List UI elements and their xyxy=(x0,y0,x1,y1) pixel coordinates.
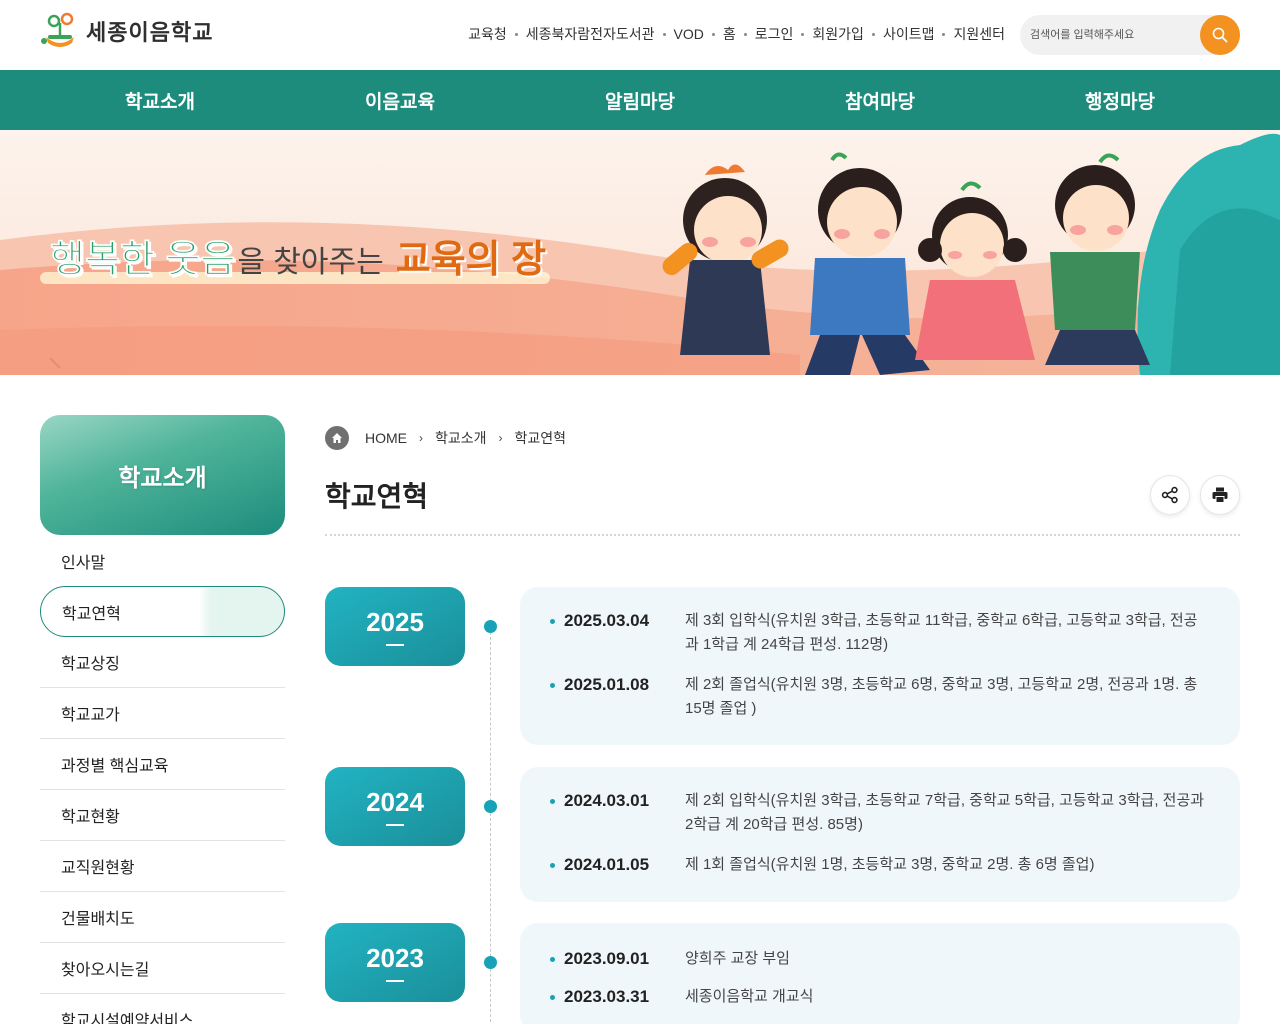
history-event: 2024.03.01 제 2회 입학식(유치원 3학급, 초등학교 7학급, 중… xyxy=(550,789,1210,837)
year-card: 2025.03.04 제 3회 입학식(유치원 3학급, 초등학교 11학급, … xyxy=(520,587,1240,745)
utility-nav: 교육청 세종북자람전자도서관 VOD 홈 로그인 회원가입 사이트맵 지원센터 xyxy=(468,24,1005,44)
home-icon[interactable] xyxy=(325,426,349,450)
main-nav: 학교소개 이음교육 알림마당 참여마당 행정마당 xyxy=(0,70,1280,130)
page-actions xyxy=(1150,475,1240,515)
util-separator xyxy=(871,32,875,36)
event-date: 2023.03.31 xyxy=(564,987,650,1006)
util-separator xyxy=(711,32,715,36)
util-separator xyxy=(743,32,747,36)
search-button[interactable] xyxy=(1200,15,1240,55)
nav-item-school-intro[interactable]: 학교소개 xyxy=(40,70,280,130)
sidebar-item-directions[interactable]: 찾아오시는길 xyxy=(40,943,285,994)
slogan-part-1: 행복한 웃음 xyxy=(50,239,236,282)
event-description: 세종이음학교 개교식 xyxy=(685,988,814,1005)
sidebar-item-core-education[interactable]: 과정별 핵심교육 xyxy=(40,739,285,790)
search-icon xyxy=(1212,27,1228,43)
year-label: 2023 xyxy=(366,943,424,973)
history-event: 2024.01.05 제 1회 졸업식(유치원 1명, 초등학교 3명, 중학교… xyxy=(550,853,1210,877)
event-date: 2025.01.08 xyxy=(564,675,650,694)
timeline-dot xyxy=(484,956,497,969)
share-icon xyxy=(1161,486,1178,504)
title-divider xyxy=(325,534,1240,536)
history-event: 2025.03.04 제 3회 입학식(유치원 3학급, 초등학교 11학급, … xyxy=(550,609,1210,657)
sidebar-item-greeting[interactable]: 인사말 xyxy=(40,535,285,586)
breadcrumb-current: 학교연혁 xyxy=(514,430,567,446)
nav-item-notices[interactable]: 알림마당 xyxy=(520,70,760,130)
util-link-login[interactable]: 로그인 xyxy=(755,24,794,44)
util-separator xyxy=(514,32,518,36)
banner-slogan: 행복한 웃음 을 찾아주는 교육의 장 xyxy=(50,228,546,283)
year-badge: 2023 xyxy=(325,923,465,1002)
event-date: 2024.01.05 xyxy=(564,855,650,874)
logo-sprout-icon xyxy=(41,12,74,47)
event-date: 2024.03.01 xyxy=(564,791,650,810)
chevron-right-icon: › xyxy=(419,431,423,445)
timeline-dot xyxy=(484,800,497,813)
breadcrumb-level1[interactable]: 학교소개 xyxy=(435,428,487,448)
util-link-vod[interactable]: VOD xyxy=(674,26,704,42)
slogan-part-2: 을 찾아주는 xyxy=(237,246,384,279)
util-separator xyxy=(801,32,805,36)
util-link-library[interactable]: 세종북자람전자도서관 xyxy=(526,24,655,44)
nav-item-administration[interactable]: 행정마당 xyxy=(1000,70,1240,130)
sidebar-item-status[interactable]: 학교현황 xyxy=(40,790,285,841)
event-date: 2023.09.01 xyxy=(564,949,650,968)
util-link-sitemap[interactable]: 사이트맵 xyxy=(883,24,935,44)
year-label: 2024 xyxy=(366,787,424,817)
print-icon xyxy=(1212,487,1228,503)
sidebar-title-box: 학교소개 xyxy=(40,415,285,535)
site-header: 세종이음학교 교육청 세종북자람전자도서관 VOD 홈 로그인 회원가입 사이트… xyxy=(0,0,1280,70)
breadcrumb-home[interactable]: HOME xyxy=(365,430,407,446)
util-separator xyxy=(662,32,666,36)
sidebar-item-history[interactable]: 학교연혁 xyxy=(40,586,285,637)
slogan-part-3: 교육의 장 xyxy=(395,239,547,281)
nav-item-ieum-education[interactable]: 이음교육 xyxy=(280,70,520,130)
search-input[interactable] xyxy=(1020,15,1200,55)
sidebar-title: 학교소개 xyxy=(118,464,207,492)
util-link-home[interactable]: 홈 xyxy=(723,24,736,44)
year-badge: 2025 xyxy=(325,587,465,666)
share-button[interactable] xyxy=(1150,475,1190,515)
event-description: 제 3회 입학식(유치원 3학급, 초등학교 11학급, 중학교 6학급, 고등… xyxy=(685,612,1198,653)
sidebar-item-facility-reservation[interactable]: 학교시설예약서비스 xyxy=(40,994,285,1024)
event-description: 제 2회 졸업식(유치원 3명, 초등학교 6명, 중학교 3명, 고등학교 2… xyxy=(685,676,1198,717)
history-event: 2023.03.31 세종이음학교 개교식 xyxy=(550,985,1210,1009)
page-title: 학교연혁 xyxy=(325,481,429,512)
print-button[interactable] xyxy=(1200,475,1240,515)
site-logo[interactable]: 세종이음학교 xyxy=(40,10,213,52)
util-link-support[interactable]: 지원센터 xyxy=(953,24,1005,44)
util-separator xyxy=(942,32,946,36)
sidebar-item-song[interactable]: 학교교가 xyxy=(40,688,285,739)
year-card: 2023.09.01 양희주 교장 부임 2023.03.31 세종이음학교 개… xyxy=(520,923,1240,1024)
util-link-office[interactable]: 교육청 xyxy=(468,24,507,44)
timeline-dot xyxy=(484,620,497,633)
history-event: 2023.09.01 양희주 교장 부임 xyxy=(550,947,1210,971)
hero-banner: 행복한 웃음 을 찾아주는 교육의 장 xyxy=(0,130,1280,375)
chevron-right-icon: › xyxy=(498,431,503,445)
logo-text: 세종이음학교 xyxy=(86,20,214,45)
event-date: 2025.03.04 xyxy=(564,611,650,630)
search-box xyxy=(1020,15,1240,55)
nav-item-participation[interactable]: 참여마당 xyxy=(760,70,1000,130)
year-card: 2024.03.01 제 2회 입학식(유치원 3학급, 초등학교 7학급, 중… xyxy=(520,767,1240,902)
sidebar-item-symbol[interactable]: 학교상징 xyxy=(40,637,285,688)
year-badge: 2024 xyxy=(325,767,465,846)
sidebar-item-staff[interactable]: 교직원현황 xyxy=(40,841,285,892)
breadcrumb: HOME › 학교소개 › 학교연혁 xyxy=(325,426,566,450)
sidebar-menu: 인사말 학교연혁 학교상징 학교교가 과정별 핵심교육 학교현황 교직원현황 건… xyxy=(40,535,285,1024)
event-description: 제 1회 졸업식(유치원 1명, 초등학교 3명, 중학교 2명. 총 6명 졸… xyxy=(685,856,1095,873)
event-description: 양희주 교장 부임 xyxy=(685,950,790,967)
util-link-signup[interactable]: 회원가입 xyxy=(812,24,864,44)
history-event: 2025.01.08 제 2회 졸업식(유치원 3명, 초등학교 6명, 중학교… xyxy=(550,673,1210,721)
year-label: 2025 xyxy=(366,607,424,637)
event-description: 제 2회 입학식(유치원 3학급, 초등학교 7학급, 중학교 5학급, 고등학… xyxy=(685,792,1205,833)
sidebar-item-building-map[interactable]: 건물배치도 xyxy=(40,892,285,943)
